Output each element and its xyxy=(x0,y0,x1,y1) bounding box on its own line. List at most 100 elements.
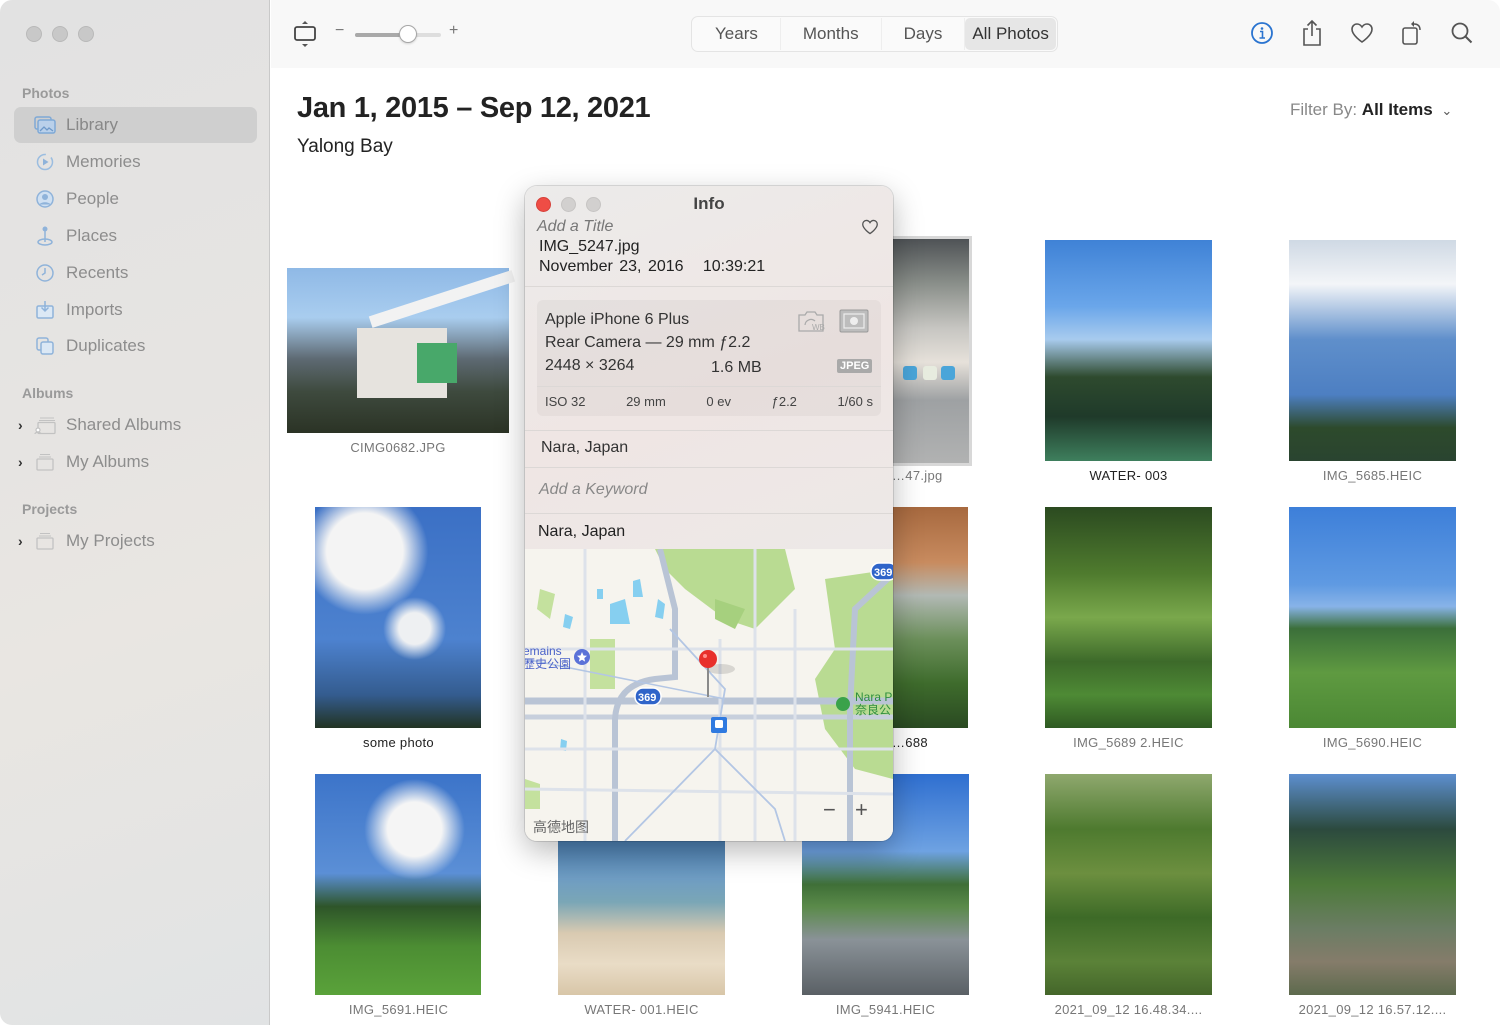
chevron-right-icon[interactable]: › xyxy=(18,417,32,433)
sidebar-item-label: Recents xyxy=(66,263,129,282)
photo-item[interactable]: IMG_5689 2.HEIC xyxy=(1045,507,1212,757)
photos-app-window: Photos Library Memories People Places Re… xyxy=(0,0,1500,1025)
map-zoom-in-button[interactable]: + xyxy=(855,797,868,823)
share-button[interactable] xyxy=(1298,18,1326,48)
map-label-nara-park: Nara P xyxy=(855,690,892,704)
favorite-heart-icon xyxy=(1351,23,1373,43)
photo-item[interactable]: IMG_5691.HEIC xyxy=(315,774,482,1024)
photo-caption: IMG_5690.HEIC xyxy=(1322,735,1423,750)
zoom-out-button[interactable]: − xyxy=(335,22,344,40)
photo-item[interactable]: 2021_09_12 16.57.12.... xyxy=(1289,774,1456,1024)
zoom-window-button[interactable] xyxy=(78,26,94,42)
tab-days[interactable]: Days xyxy=(882,18,966,50)
photo-caption: 2021_09_12 16.57.12.... xyxy=(1298,1002,1447,1017)
filter-value: All Items xyxy=(1361,100,1433,119)
sidebar-item-label: Shared Albums xyxy=(66,415,182,434)
exif-shutter-speed: 1/60 s xyxy=(837,394,873,409)
sidebar-item-memories[interactable]: Memories xyxy=(14,144,257,180)
photo-item[interactable]: IMG_5690.HEIC xyxy=(1289,507,1456,757)
photo-item[interactable]: some photo xyxy=(315,507,482,757)
share-icon xyxy=(1303,19,1321,46)
photo-thumbnail xyxy=(1289,507,1456,728)
rotate-icon xyxy=(1402,21,1421,45)
add-title-field[interactable]: Add a Title xyxy=(537,218,613,236)
aspect-ratio-toggle-button[interactable] xyxy=(293,20,317,48)
exif-exposure-bias: 0 ev xyxy=(706,394,731,409)
location-map[interactable]: emains 歴史公園 Nara P 奈良公 369 369 − + 高德地图 xyxy=(525,549,893,841)
sidebar-item-label: Memories xyxy=(66,152,141,171)
minimize-window-button[interactable] xyxy=(52,26,68,42)
recents-icon xyxy=(34,262,56,284)
sidebar-section-photos: Photos xyxy=(22,85,70,101)
photo-item[interactable]: IMG_5685.HEIC xyxy=(1289,240,1456,490)
photo-thumbnail xyxy=(1289,240,1456,461)
photo-thumbnail xyxy=(1045,774,1212,995)
favorite-toggle-button[interactable] xyxy=(861,219,879,240)
photo-item[interactable]: CIMG0682.JPG xyxy=(287,268,516,468)
info-panel: Info Add a Title IMG_5247.jpg November 2… xyxy=(525,186,893,841)
zoom-in-button[interactable]: + xyxy=(449,22,458,40)
sidebar-item-people[interactable]: People xyxy=(14,181,257,217)
exif-iso: ISO 32 xyxy=(545,394,586,409)
tab-all-photos[interactable]: All Photos xyxy=(965,18,1056,50)
favorite-button[interactable] xyxy=(1348,18,1376,48)
sidebar-item-label: My Albums xyxy=(66,452,150,471)
sidebar-item-label: People xyxy=(66,189,119,208)
photo-thumbnail xyxy=(558,840,725,995)
sidebar-item-label: Duplicates xyxy=(66,336,146,355)
window-controls xyxy=(26,26,94,42)
photo-caption: IMG_5941.HEIC xyxy=(835,1002,936,1017)
photo-caption: IMG_5691.HEIC xyxy=(348,1002,449,1017)
search-icon xyxy=(1451,22,1473,44)
tab-months[interactable]: Months xyxy=(781,18,882,50)
exif-row: ISO 32 29 mm 0 ev ƒ2.2 1/60 s xyxy=(545,394,873,409)
sidebar-item-my-projects[interactable]: › My Projects xyxy=(14,523,257,559)
sidebar-item-label: Imports xyxy=(66,300,123,319)
photo-thumbnail xyxy=(287,268,516,433)
divider xyxy=(525,513,893,514)
close-window-button[interactable] xyxy=(26,26,42,42)
zoom-slider[interactable] xyxy=(355,25,441,43)
search-button[interactable] xyxy=(1448,18,1476,48)
memories-icon xyxy=(34,151,56,173)
sidebar-item-places[interactable]: Places xyxy=(14,218,257,254)
divider xyxy=(525,467,893,468)
chevron-right-icon[interactable]: › xyxy=(18,533,32,549)
sidebar-item-imports[interactable]: Imports xyxy=(14,292,257,328)
info-icon xyxy=(1251,22,1273,44)
photo-caption: 2021_09_12 16.48.34.... xyxy=(1054,1002,1203,1017)
chevron-right-icon[interactable]: › xyxy=(18,454,32,470)
map-location-label: Nara, Japan xyxy=(538,523,626,540)
photo-item[interactable]: 2021_09_12 16.48.34.... xyxy=(1045,774,1212,1024)
shared-albums-icon xyxy=(34,414,56,436)
sidebar: Photos Library Memories People Places Re… xyxy=(0,0,270,1025)
sidebar-item-duplicates[interactable]: Duplicates xyxy=(14,328,257,364)
location-field[interactable]: Nara, Japan xyxy=(541,439,628,457)
sidebar-item-shared-albums[interactable]: › Shared Albums xyxy=(14,407,257,443)
page-title: Jan 1, 2015 – Sep 12, 2021 xyxy=(297,92,651,124)
photo-thumbnail xyxy=(315,774,481,995)
rotate-button[interactable] xyxy=(1398,18,1426,48)
sidebar-item-recents[interactable]: Recents xyxy=(14,255,257,291)
heart-icon xyxy=(862,219,878,235)
info-button[interactable] xyxy=(1248,18,1276,48)
capture-date: November 23, 2016 xyxy=(539,258,684,275)
photo-item[interactable]: …47.jpg xyxy=(880,236,972,486)
photo-caption: WATER- 001.HEIC xyxy=(584,1002,699,1017)
photo-item[interactable]: …688 xyxy=(880,507,968,757)
tab-years[interactable]: Years xyxy=(693,18,781,50)
camera-lens: Rear Camera — 29 mm ƒ2.2 xyxy=(545,334,751,351)
metering-mode-icon xyxy=(839,309,869,338)
add-keyword-field[interactable]: Add a Keyword xyxy=(539,481,648,499)
sidebar-item-library[interactable]: Library xyxy=(14,107,257,143)
sidebar-item-my-albums[interactable]: › My Albums xyxy=(14,444,257,480)
format-badge: JPEG xyxy=(837,359,873,373)
photo-caption: …688 xyxy=(892,735,928,750)
filter-dropdown[interactable]: Filter By: All Items ⌄ xyxy=(1290,100,1452,120)
map-zoom-out-button[interactable]: − xyxy=(823,797,836,823)
photo-item[interactable]: WATER- 003 xyxy=(1045,240,1212,490)
zoom-slider-knob[interactable] xyxy=(399,25,418,43)
photo-caption: WATER- 003 xyxy=(1089,468,1168,483)
people-icon xyxy=(34,188,56,210)
photo-item[interactable]: WATER- 001.HEIC xyxy=(558,840,725,1025)
